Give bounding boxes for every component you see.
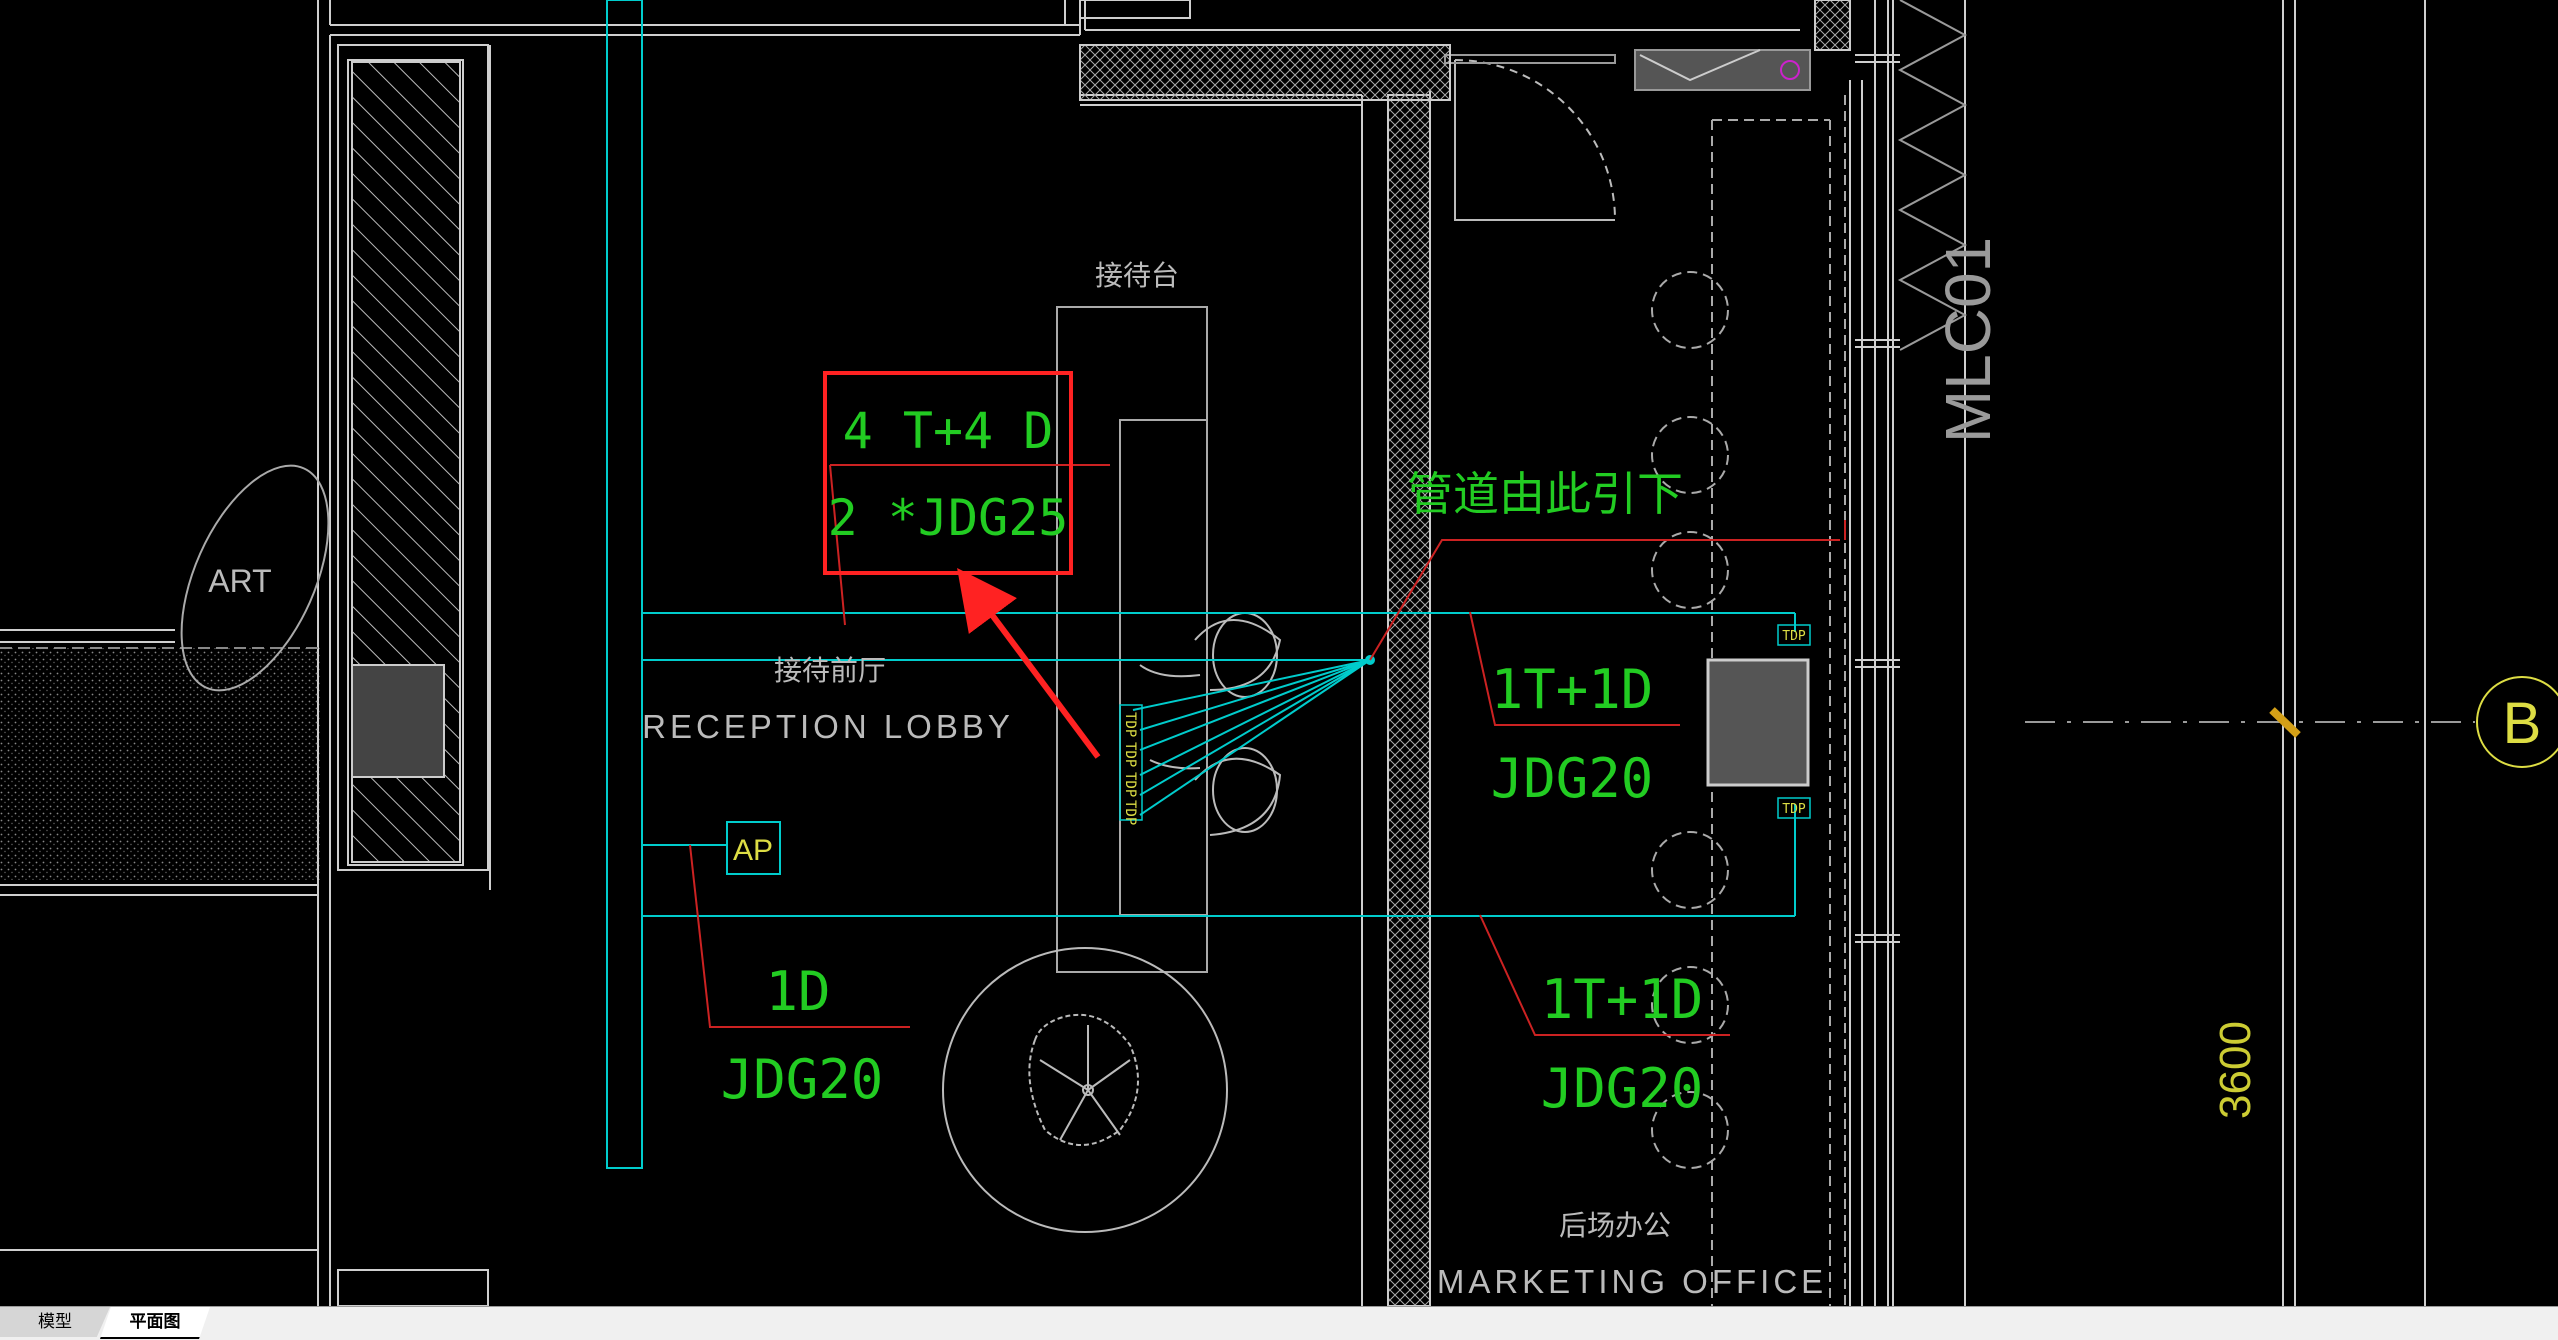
ground-texture: [0, 648, 320, 880]
left-lower-line2: JDG20: [721, 1048, 884, 1111]
left-lower-line1: 1D: [765, 960, 830, 1023]
office-column: [1706, 658, 1810, 787]
office-label-cn: 后场办公: [1559, 1209, 1671, 1242]
right-lower-line1: 1T+1D: [1541, 968, 1704, 1031]
right-upper-line2: JDG20: [1491, 747, 1654, 810]
tdp-label: TDP: [1782, 802, 1806, 817]
tdp-label: TDP: [1122, 800, 1138, 825]
annotations: 4 T+4 D 2 *JDG25 1T+1D JDG20 1T+1D JDG20…: [721, 402, 1704, 1120]
cad-drawing-canvas[interactable]: ART 接待台 AP TDP TDP TDP TDP TDP TDP 4 T+4…: [0, 0, 2558, 1306]
plant-table: [942, 947, 1228, 1233]
art-label: ART: [208, 563, 271, 599]
highlight-line2: 2 *JDG25: [828, 489, 1069, 547]
leader-lines: [689, 464, 1846, 1036]
tdp-label: TDP: [1122, 742, 1138, 767]
layout-tab-bar: 模型 平面图: [0, 1306, 2558, 1340]
right-upper-line1: 1T+1D: [1491, 658, 1654, 721]
tab-floor-plan[interactable]: 平面图: [100, 1307, 210, 1339]
tdp-label: TDP: [1122, 712, 1138, 737]
window-tag: MLC01: [1932, 237, 2004, 443]
highlight-line1: 4 T+4 D: [843, 402, 1054, 460]
grid-axis-label: B: [2503, 691, 2542, 756]
pipe-from-here-label: 管道由此引下: [1407, 467, 1683, 521]
tdp-outlets-desk: TDP TDP TDP TDP: [1119, 704, 1143, 825]
reception-desk-label: 接待台: [1095, 259, 1179, 292]
tdp-label: TDP: [1122, 772, 1138, 797]
dimension-label: 3600: [2211, 1021, 2260, 1119]
right-lower-line2: JDG20: [1541, 1057, 1704, 1120]
tdp-label: TDP: [1782, 629, 1806, 644]
lobby-label-en: RECEPTION LOBBY: [642, 708, 1014, 745]
office-label-en: MARKETING OFFICE: [1437, 1263, 1827, 1300]
lobby-label-cn: 接待前厅: [774, 654, 886, 687]
reception-desk: [1056, 306, 1208, 973]
tab-model[interactable]: 模型: [0, 1307, 110, 1337]
access-point-label: AP: [733, 834, 773, 867]
